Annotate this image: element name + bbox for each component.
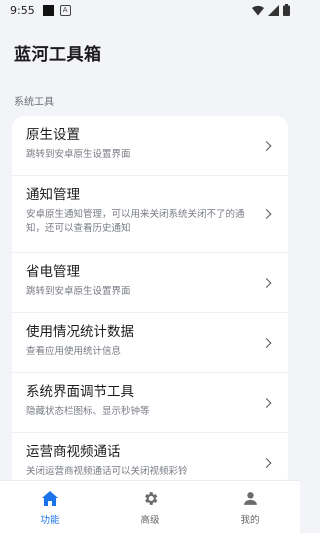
- item-desc: 跳转到安卓原生设置界面: [26, 286, 131, 297]
- item-desc: 隐藏状态栏图标、显示秒钟等: [26, 406, 150, 417]
- home-icon: [42, 491, 58, 506]
- notification-a-icon: A: [59, 4, 71, 16]
- item-title: 运营商视频通话: [26, 444, 121, 460]
- nav-label: 我的: [240, 515, 260, 526]
- chevron-right-icon: [261, 277, 272, 288]
- tools-card: 原生设置 跳转到安卓原生设置界面 通知管理 安卓原生通知管理，可以用来关闭系统关…: [12, 116, 288, 488]
- wifi-icon: [252, 5, 264, 16]
- status-right: [252, 4, 290, 16]
- list-item-notification-manager[interactable]: 通知管理 安卓原生通知管理，可以用来关闭系统关闭不了的通知，还可以查看历史通知: [12, 176, 288, 253]
- item-desc: 安卓原生通知管理，可以用来关闭系统关闭不了的通知，还可以查看历史通知: [26, 209, 245, 234]
- nav-label: 功能: [40, 515, 60, 526]
- chevron-right-icon: [261, 140, 272, 151]
- list-item-native-settings[interactable]: 原生设置 跳转到安卓原生设置界面: [12, 116, 288, 176]
- cellular-icon: [268, 4, 279, 16]
- list-item-system-ui-tuner[interactable]: 系统界面调节工具 隐藏状态栏图标、显示秒钟等: [12, 373, 288, 433]
- battery-icon: [283, 4, 290, 16]
- item-desc: 关闭运营商视频通话可以关闭视频彩铃: [26, 466, 188, 477]
- nav-tab-features[interactable]: 功能: [0, 481, 100, 533]
- list-item-usage-stats[interactable]: 使用情况统计数据 查看应用使用统计信息: [12, 313, 288, 373]
- chevron-right-icon: [261, 337, 272, 348]
- chevron-right-icon: [261, 209, 272, 219]
- item-title: 系统界面调节工具: [26, 384, 134, 400]
- chevron-right-icon: [261, 457, 272, 468]
- item-desc: 查看应用使用统计信息: [26, 346, 122, 357]
- item-title: 省电管理: [26, 264, 80, 280]
- item-title: 通知管理: [26, 187, 80, 203]
- status-bar: 9:55 A: [0, 0, 300, 20]
- bottom-nav: 功能 高级 我的: [0, 480, 300, 533]
- status-time: 9:55: [10, 3, 35, 17]
- nav-tab-advanced[interactable]: 高级: [100, 481, 200, 533]
- section-label: 系统工具: [14, 97, 54, 108]
- nav-tab-mine[interactable]: 我的: [200, 481, 300, 533]
- person-icon: [243, 492, 257, 505]
- chevron-right-icon: [261, 397, 272, 408]
- notification-square-icon: [42, 4, 54, 16]
- item-title: 原生设置: [26, 127, 80, 143]
- nav-label: 高级: [140, 515, 160, 526]
- item-title: 使用情况统计数据: [26, 324, 134, 340]
- page-title: 蓝河工具箱: [14, 45, 102, 65]
- list-item-power-saving[interactable]: 省电管理 跳转到安卓原生设置界面: [12, 253, 288, 313]
- gear-icon: [144, 492, 157, 505]
- item-desc: 跳转到安卓原生设置界面: [26, 149, 131, 160]
